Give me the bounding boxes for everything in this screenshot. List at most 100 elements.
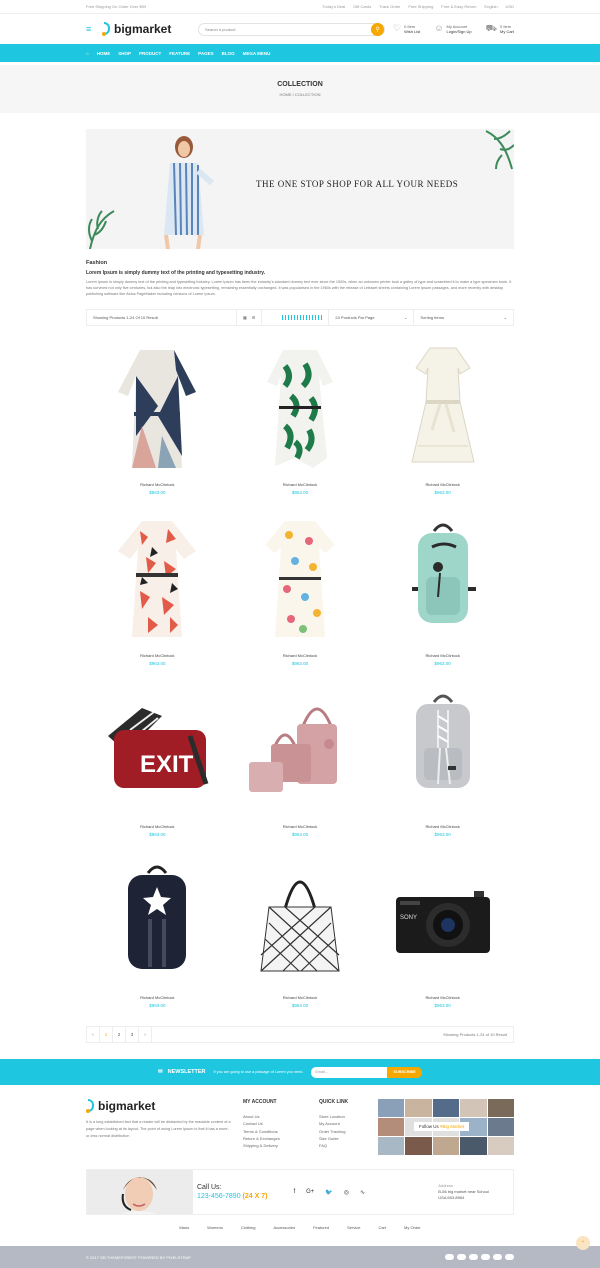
rss-icon[interactable]: ∿ xyxy=(360,1189,365,1196)
wishlist-button[interactable]: ♡ 0 Item Wish List xyxy=(393,23,420,35)
next-page-button[interactable]: › xyxy=(139,1027,152,1043)
footer-logo[interactable]: bigmarket xyxy=(86,1099,174,1114)
footer-link[interactable]: Return & Exchanges xyxy=(243,1135,319,1142)
product-card[interactable]: Richard McClintock $963.00 xyxy=(229,851,372,1022)
product-image[interactable] xyxy=(102,344,212,474)
footer-link[interactable]: Store Location xyxy=(319,1113,378,1120)
list-view-icon[interactable]: ☰ xyxy=(252,315,256,320)
footer-link-my-order[interactable]: My Order xyxy=(404,1225,421,1230)
sort-select[interactable]: Sorting Items ⌄ xyxy=(414,310,513,325)
nav-item-blog[interactable]: BLOG xyxy=(222,51,235,56)
prev-page-button[interactable]: ‹ xyxy=(87,1027,100,1043)
product-name[interactable]: Richard McClintock xyxy=(140,653,174,658)
product-image[interactable] xyxy=(245,515,355,645)
instagram-icon[interactable]: ◎ xyxy=(344,1189,349,1196)
footer-link[interactable]: Terms & Conditions xyxy=(243,1128,319,1135)
product-name[interactable]: Richard McClintock xyxy=(140,824,174,829)
free-shipping-link[interactable]: Free Shipping xyxy=(408,4,433,9)
search-icon[interactable]: ⚲ xyxy=(371,22,385,36)
product-name[interactable]: Richard McClintock xyxy=(140,995,174,1000)
footer-link[interactable]: My Account xyxy=(319,1120,378,1127)
product-card[interactable]: Richard McClintock $963.00 xyxy=(371,509,514,680)
page-link[interactable]: 2 xyxy=(113,1027,126,1043)
product-image[interactable] xyxy=(102,515,212,645)
page-link[interactable]: 1 xyxy=(100,1027,113,1043)
nav-item-shop[interactable]: SHOP xyxy=(118,51,131,56)
product-card[interactable]: EXIT Richard McClintock $963.00 xyxy=(86,680,229,851)
account-button[interactable]: ☺ My Account Login/Sign Up xyxy=(434,23,471,35)
scroll-to-top-button[interactable]: ⌃ xyxy=(576,1236,590,1250)
footer-link-service[interactable]: Service xyxy=(347,1225,360,1230)
nav-item-feature[interactable]: FEATURE xyxy=(169,51,190,56)
track-order-link[interactable]: Track Order xyxy=(379,4,400,9)
product-card[interactable]: Richard McClintock $963.00 xyxy=(86,509,229,680)
product-card[interactable]: Richard McClintock $963.00 xyxy=(371,680,514,851)
twitter-icon[interactable]: 🐦 xyxy=(325,1189,332,1196)
follow-us-label[interactable]: Follow Us #Big Market xyxy=(414,1122,470,1132)
footer-link[interactable]: Shipping & Delivery xyxy=(243,1142,319,1149)
product-name[interactable]: Richard McClintock xyxy=(425,482,459,487)
cart-button[interactable]: ⛟ 0 Item My Cart xyxy=(486,23,514,35)
product-name[interactable]: Richard McClintock xyxy=(425,653,459,658)
product-card[interactable]: Richard McClintock $963.00 xyxy=(371,338,514,509)
nav-item-pages[interactable]: PAGES xyxy=(198,51,213,56)
product-image[interactable] xyxy=(388,515,498,645)
page-link[interactable]: 3 xyxy=(126,1027,139,1043)
nav-item-mega-menu[interactable]: MEGA MENU xyxy=(243,51,271,56)
search-input[interactable]: Search a product ⚲ xyxy=(198,22,386,36)
product-image[interactable] xyxy=(388,344,498,474)
grid-view-icon[interactable]: ▦ xyxy=(243,315,247,320)
footer-link-womens[interactable]: Womens xyxy=(207,1225,223,1230)
footer-link-featured[interactable]: Featured xyxy=(313,1225,329,1230)
footer-link[interactable]: FAQ xyxy=(319,1142,378,1149)
footer-link[interactable]: About Us xyxy=(243,1113,319,1120)
product-name[interactable]: Richard McClintock xyxy=(425,824,459,829)
product-card[interactable]: SONY Richard McClintock $963.00 xyxy=(371,851,514,1022)
email-field[interactable]: Email... xyxy=(311,1066,388,1078)
column-selector[interactable] xyxy=(262,310,330,326)
logo[interactable]: bigmarket xyxy=(102,22,190,36)
product-image[interactable]: EXIT xyxy=(102,686,212,816)
footer-link-mans[interactable]: Mans xyxy=(179,1225,189,1230)
product-name[interactable]: Richard McClintock xyxy=(425,995,459,1000)
product-image[interactable] xyxy=(245,686,355,816)
product-image[interactable] xyxy=(245,344,355,474)
google-plus-icon[interactable]: G+ xyxy=(306,1189,314,1196)
footer-link-clothing[interactable]: Clothing xyxy=(241,1225,256,1230)
product-card[interactable]: Richard McClintock $963.00 xyxy=(86,851,229,1022)
currency-select[interactable]: USD xyxy=(506,4,514,9)
subscribe-button[interactable]: SUBSCRIBE xyxy=(387,1066,422,1078)
footer-link[interactable]: Order Tracking xyxy=(319,1128,378,1135)
product-name[interactable]: Richard McClintock xyxy=(283,482,317,487)
nav-item-product[interactable]: PRODUCT xyxy=(139,51,161,56)
home-icon[interactable]: ⌂ xyxy=(86,51,89,56)
product-card[interactable]: Richard McClintock $963.00 xyxy=(229,338,372,509)
product-card[interactable]: Richard McClintock $963.00 xyxy=(229,509,372,680)
product-name[interactable]: Richard McClintock xyxy=(140,482,174,487)
phone-number[interactable]: 123-456-7890 (24 X 7) xyxy=(197,1193,267,1200)
product-image[interactable] xyxy=(102,857,212,987)
breadcrumb-home[interactable]: HOME xyxy=(280,92,292,97)
product-image[interactable]: SONY xyxy=(388,857,498,987)
gift-cards-link[interactable]: Gift Cards xyxy=(353,4,371,9)
todays-deal-link[interactable]: Today's Deal xyxy=(322,4,345,9)
footer-link[interactable]: Size Guide xyxy=(319,1135,378,1142)
product-card[interactable]: Richard McClintock $963.00 xyxy=(229,680,372,851)
instagram-gallery[interactable]: Follow Us #Big Market xyxy=(378,1099,514,1156)
product-image[interactable] xyxy=(388,686,498,816)
footer-link-accessories[interactable]: Accessories xyxy=(274,1225,296,1230)
column-bars-icon[interactable] xyxy=(281,315,323,321)
product-name[interactable]: Richard McClintock xyxy=(283,824,317,829)
per-page-select[interactable]: 24 Products Par Page ⌄ xyxy=(329,310,415,326)
language-select[interactable]: English xyxy=(484,4,497,9)
nav-item-home[interactable]: HOME xyxy=(97,51,111,56)
free-return-link[interactable]: Free & Easy Return xyxy=(441,4,476,9)
product-name[interactable]: Richard McClintock xyxy=(283,653,317,658)
product-name[interactable]: Richard McClintock xyxy=(283,995,317,1000)
footer-link[interactable]: Contact Us xyxy=(243,1120,319,1127)
menu-icon[interactable]: ≡ xyxy=(86,24,94,34)
product-card[interactable]: Richard McClintock $963.00 xyxy=(86,338,229,509)
footer-link-cart[interactable]: Cart xyxy=(378,1225,386,1230)
facebook-icon[interactable]: f xyxy=(293,1189,295,1196)
product-image[interactable] xyxy=(245,857,355,987)
